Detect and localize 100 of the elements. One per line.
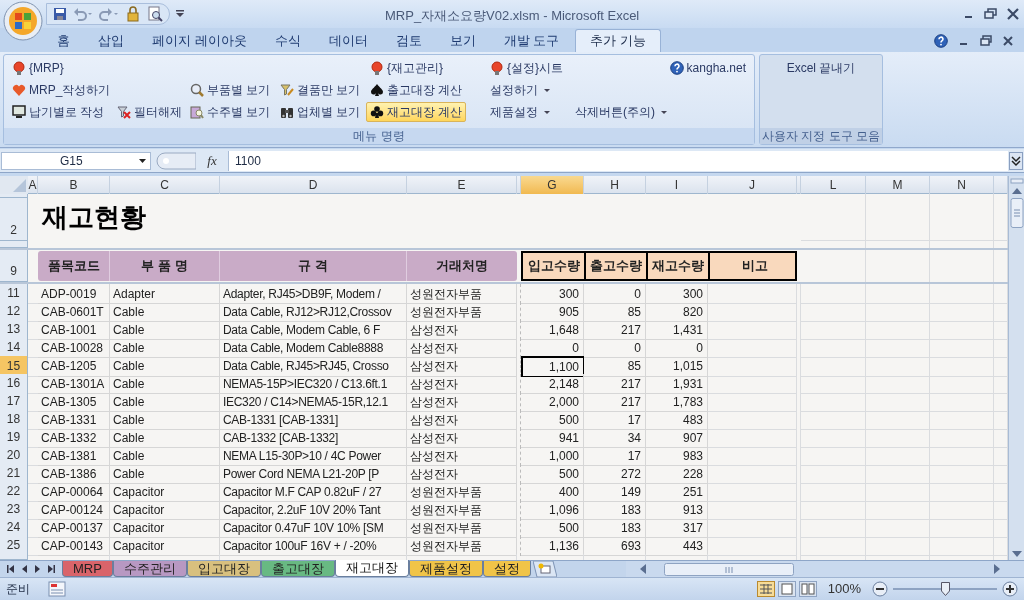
sheet-tab[interactable]: MRP	[62, 561, 113, 577]
empty-cell[interactable]	[866, 197, 930, 242]
empty-cell[interactable]	[708, 302, 797, 323]
vertical-scrollbar[interactable]	[1008, 176, 1024, 560]
sheet-tab[interactable]: 출고대장	[260, 561, 335, 577]
ribbon-button[interactable]: kangha.net	[665, 58, 750, 78]
sheet-tab[interactable]: 설정	[482, 561, 531, 577]
ribbon-tab[interactable]: 홈	[45, 29, 82, 52]
empty-cell[interactable]	[517, 482, 521, 503]
empty-cell[interactable]	[866, 302, 930, 323]
column-header[interactable]: D	[220, 176, 407, 194]
empty-cell[interactable]	[708, 446, 797, 467]
name-box[interactable]: G15	[1, 151, 151, 170]
empty-cell[interactable]	[517, 284, 521, 305]
customize-caret-icon[interactable]	[176, 10, 184, 18]
empty-cell[interactable]	[866, 518, 930, 539]
previous-sheet-icon[interactable]	[22, 565, 27, 573]
empty-cell[interactable]	[517, 392, 521, 413]
slider-thumb[interactable]	[941, 582, 950, 596]
empty-cell[interactable]	[866, 374, 930, 395]
empty-cell[interactable]	[517, 320, 521, 341]
empty-cell[interactable]	[930, 374, 994, 395]
macro-record-icon[interactable]	[48, 581, 66, 597]
row-header[interactable]: 20	[0, 446, 28, 467]
zoom-out-icon[interactable]	[872, 581, 888, 597]
print-preview-icon[interactable]	[147, 6, 163, 22]
scroll-left-icon[interactable]	[640, 564, 646, 574]
expand-icon[interactable]	[1009, 151, 1023, 170]
ribbon-button[interactable]: MRP_작성하기	[8, 80, 115, 100]
empty-cell[interactable]	[866, 500, 930, 521]
empty-cell[interactable]	[801, 500, 866, 521]
empty-cell[interactable]	[801, 410, 866, 431]
ribbon-tab[interactable]: 데이터	[316, 29, 380, 52]
help-icon[interactable]	[934, 34, 948, 48]
page-layout-view-icon[interactable]	[777, 581, 796, 597]
row-header[interactable]: 22	[0, 482, 28, 503]
table-cell[interactable]: 300	[521, 284, 584, 305]
column-header[interactable]: H	[584, 176, 646, 194]
empty-cell[interactable]	[866, 392, 930, 413]
ribbon-button[interactable]: 재고대장 계산	[366, 102, 467, 122]
column-header[interactable]: M	[866, 176, 930, 194]
column-header[interactable]: L	[801, 176, 866, 194]
formula-expander-icon[interactable]	[156, 151, 196, 170]
empty-cell[interactable]	[866, 410, 930, 431]
empty-cell[interactable]	[708, 428, 797, 449]
redo-icon[interactable]	[99, 7, 119, 21]
empty-cell[interactable]	[866, 536, 930, 557]
row-header[interactable]: 23	[0, 500, 28, 521]
empty-cell[interactable]	[708, 536, 797, 557]
empty-cell[interactable]	[801, 446, 866, 467]
empty-cell[interactable]	[708, 482, 797, 503]
ribbon-tab[interactable]: 추가 기능	[575, 29, 661, 52]
table-cell[interactable]: 400	[521, 482, 584, 503]
next-sheet-icon[interactable]	[35, 565, 40, 573]
column-header[interactable]: J	[708, 176, 797, 194]
empty-cell[interactable]	[930, 320, 994, 341]
sheet-tab[interactable]: 재고대장	[334, 560, 409, 577]
ribbon-button[interactable]: 납기별로 작성	[8, 102, 109, 122]
empty-cell[interactable]	[708, 374, 797, 395]
column-header[interactable]	[797, 176, 801, 194]
save-icon[interactable]	[53, 7, 67, 21]
empty-cell[interactable]	[517, 518, 521, 539]
scroll-up-icon[interactable]	[1011, 188, 1022, 194]
row-header[interactable]	[0, 554, 28, 560]
table-cell[interactable]: 2,148	[521, 374, 584, 395]
table-cell[interactable]: 500	[521, 518, 584, 539]
column-header[interactable]: B	[38, 176, 110, 194]
ribbon-button[interactable]: Excel 끝내기	[782, 58, 860, 78]
ribbon-button[interactable]: 부품별 보기	[186, 80, 275, 100]
ribbon-tab[interactable]: 페이지 레이아웃	[140, 29, 259, 52]
row-header[interactable]: 16	[0, 374, 28, 395]
ribbon-button[interactable]: 설정하기	[486, 80, 554, 100]
table-cell[interactable]: 500	[521, 464, 584, 485]
undo-icon[interactable]	[73, 7, 93, 21]
row-header[interactable]: 17	[0, 392, 28, 413]
ribbon-button[interactable]: 결품만 보기	[276, 80, 365, 100]
empty-cell[interactable]	[801, 464, 866, 485]
empty-cell[interactable]	[930, 482, 994, 503]
ribbon-button[interactable]: {설정}시트	[486, 58, 567, 78]
empty-cell[interactable]	[930, 518, 994, 539]
empty-cell[interactable]	[866, 320, 930, 341]
table-cell[interactable]: 1,100	[521, 356, 584, 378]
row-header[interactable]	[0, 194, 28, 198]
empty-cell[interactable]	[930, 500, 994, 521]
restore-icon[interactable]	[980, 35, 992, 47]
last-sheet-icon[interactable]	[48, 565, 55, 573]
empty-cell[interactable]	[930, 446, 994, 467]
empty-cell[interactable]	[866, 464, 930, 485]
empty-cell[interactable]	[708, 338, 797, 359]
ribbon-tab[interactable]: 개발 도구	[491, 29, 572, 52]
empty-cell[interactable]	[517, 536, 521, 557]
row-header[interactable]: 13	[0, 320, 28, 341]
column-header[interactable]: C	[110, 176, 220, 194]
table-cell[interactable]: 2,000	[521, 392, 584, 413]
ribbon-tab[interactable]: 삽입	[86, 29, 136, 52]
empty-cell[interactable]	[930, 410, 994, 431]
empty-cell[interactable]	[866, 284, 930, 305]
formula-field[interactable]: 1100	[228, 150, 1008, 171]
scroll-thumb[interactable]	[1009, 198, 1024, 228]
row-header[interactable]: 19	[0, 428, 28, 449]
